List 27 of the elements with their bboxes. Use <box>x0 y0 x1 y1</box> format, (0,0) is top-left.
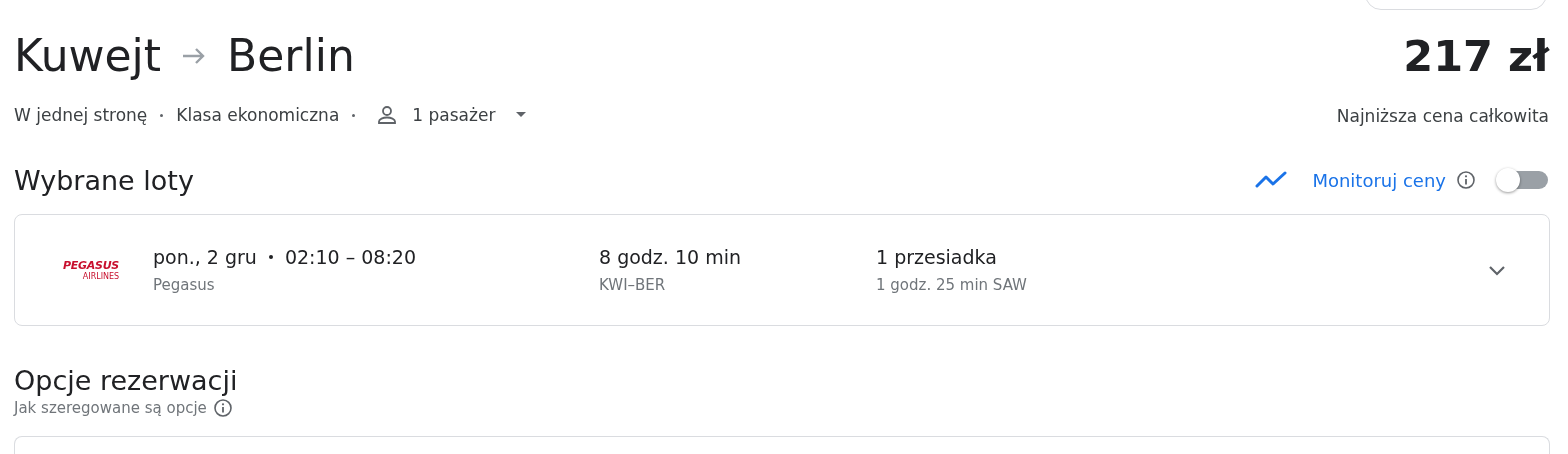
airline-logo: PEGASUS AIRLINES <box>62 259 121 281</box>
price-toggle[interactable] <box>1496 168 1550 192</box>
flight-duration: 8 godz. 10 min <box>599 246 742 268</box>
info-icon[interactable] <box>1456 170 1476 190</box>
route-codes: KWI–BER <box>599 276 667 294</box>
destination-city: Berlin <box>227 30 355 82</box>
track-prices-link[interactable]: Monitoruj ceny <box>1312 169 1446 191</box>
layover-info: 1 godz. 25 min SAW <box>876 276 1027 294</box>
info-icon[interactable] <box>212 398 233 418</box>
trip-option[interactable]: W jednej stronę <box>14 105 148 125</box>
price-note: Najniższa cena całkowita <box>1336 106 1549 126</box>
flight-card[interactable]: PEGASUS AIRLINES pon., 2 gru 02:10 – 08:20 Pegasus 8 godz. 10 min KWI–BER 1 przesiadka 1 godz. 25 min SAW <box>14 214 1550 326</box>
section-title: Wybrane loty <box>14 164 194 196</box>
trend-icon <box>1254 170 1289 190</box>
ranking-info-text: Jak szeregowane są opcje <box>14 399 207 417</box>
origin-city: Kuwejt <box>14 30 162 82</box>
separator-dot <box>268 255 273 259</box>
separator-dot <box>160 113 164 117</box>
section-title: Opcje rezerwacji <box>14 364 239 398</box>
passenger-dropdown[interactable]: 1 pasażer <box>376 104 534 126</box>
price: 217 zł <box>1403 30 1549 82</box>
trip-option[interactable]: Klasa ekonomiczna <box>176 105 340 125</box>
person-icon <box>376 104 399 126</box>
separator-dot <box>352 113 356 117</box>
flight-date-time: pon., 2 gru 02:10 – 08:20 <box>153 246 417 268</box>
stops-count: 1 przesiadka <box>876 246 998 268</box>
airline-name: Pegasus <box>153 276 216 294</box>
